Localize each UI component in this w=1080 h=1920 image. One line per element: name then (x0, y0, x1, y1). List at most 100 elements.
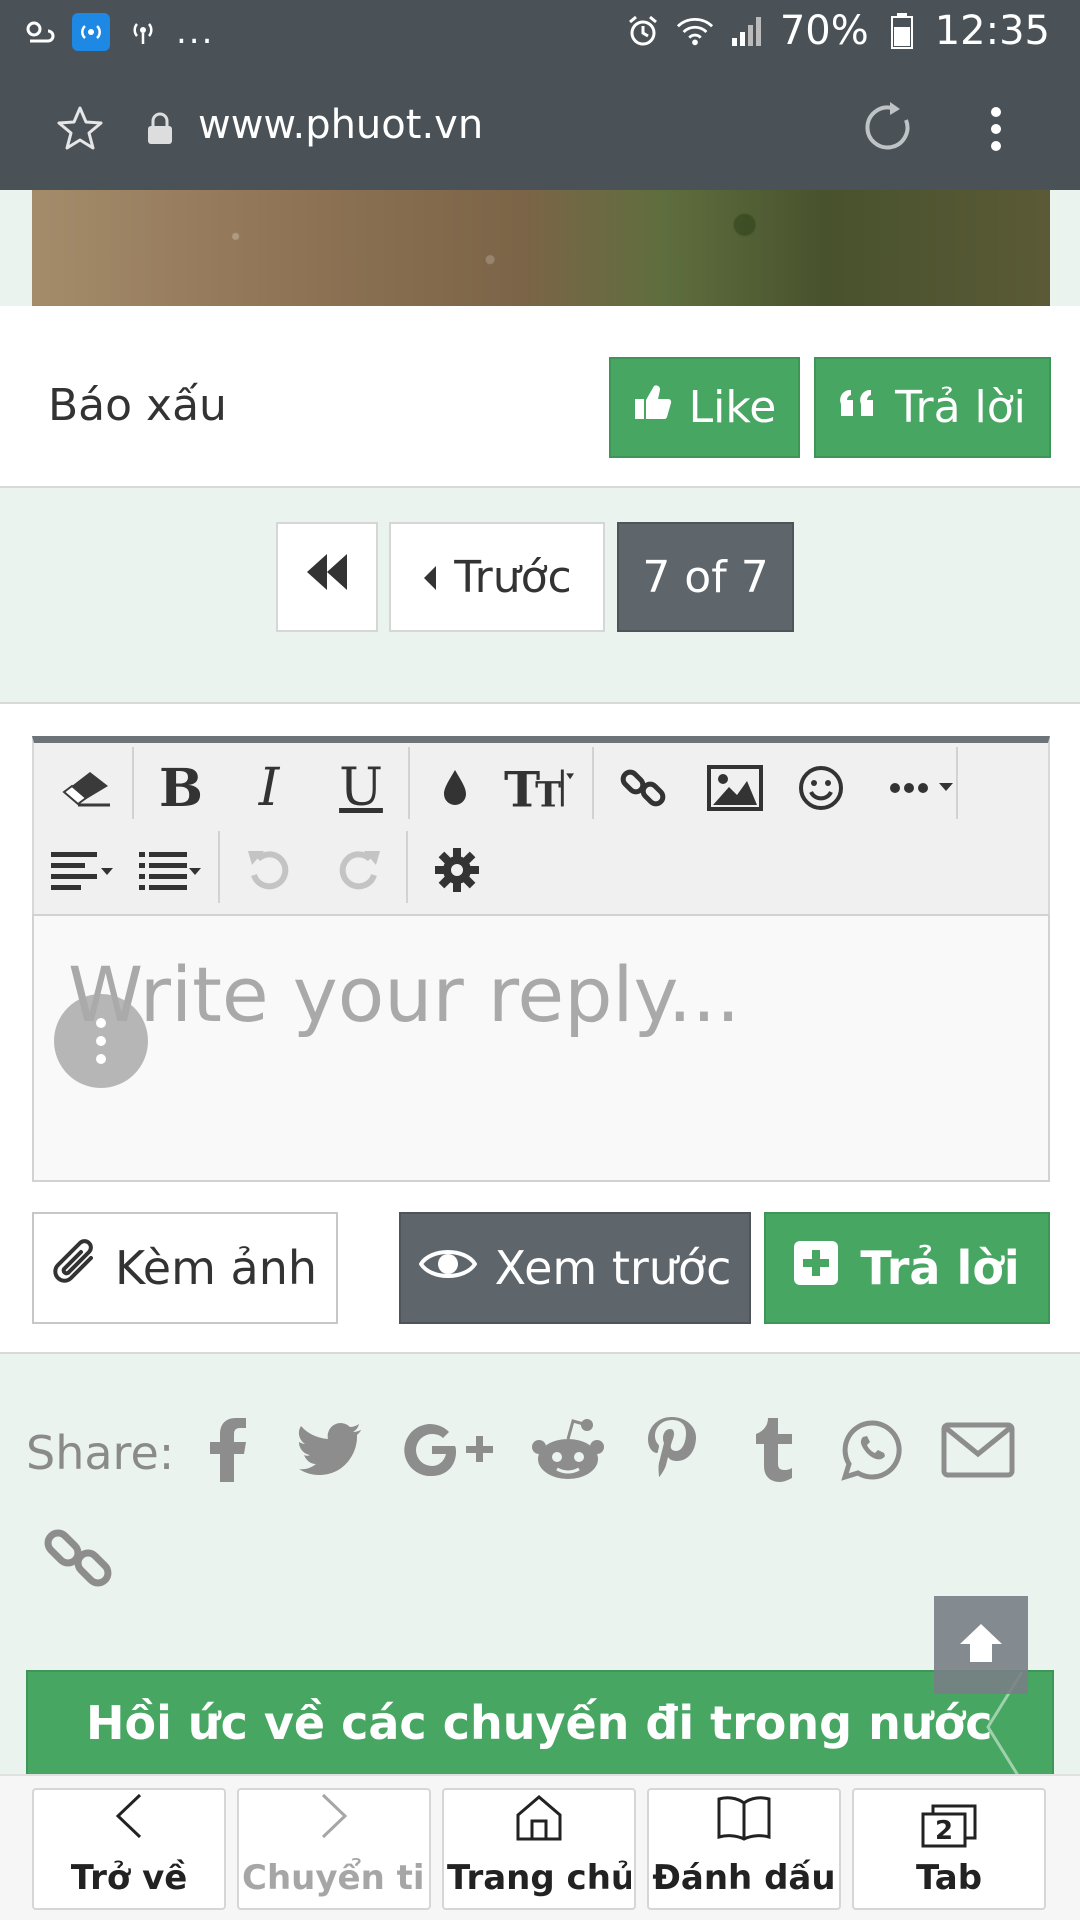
status-overflow: ... (176, 12, 215, 52)
italic-icon[interactable]: I (234, 753, 304, 823)
redo-icon[interactable] (324, 835, 394, 905)
nav-back-label: Trở về (70, 1858, 188, 1898)
like-label: Like (688, 382, 777, 433)
category-banner[interactable]: Hồi ức về các chuyến đi trong nước (26, 1670, 1054, 1782)
battery-percent: 70% (779, 8, 869, 54)
reply-quote-button[interactable]: Trả lời (814, 357, 1051, 458)
weather-icon (20, 13, 58, 51)
emoji-icon[interactable] (786, 753, 856, 823)
tumblr-icon[interactable] (734, 1410, 814, 1490)
back-to-top-button[interactable] (934, 1596, 1028, 1694)
toolbar-separator (132, 747, 134, 819)
wifi-icon (676, 12, 714, 50)
submit-label: Trả lời (860, 1241, 1020, 1295)
reply-editor-card: B I U TT Write your reply... Kèm ảnh Xem… (0, 702, 1080, 1354)
signal-broadcast-icon (124, 13, 162, 51)
current-page-indicator[interactable]: 7 of 7 (617, 522, 794, 632)
underline-icon[interactable]: U (326, 753, 396, 823)
whatsapp-icon[interactable] (832, 1410, 912, 1490)
svg-text:T: T (535, 774, 561, 813)
nav-bookmarks-button[interactable]: Đánh dấu (647, 1788, 841, 1910)
arrow-up-icon (958, 1620, 1004, 1670)
nav-home-label: Trang chủ (447, 1858, 631, 1898)
attach-label: Kèm ảnh (114, 1241, 318, 1295)
twitter-icon[interactable] (290, 1410, 370, 1490)
prev-page-button[interactable]: Trước (389, 522, 605, 632)
reply-label: Trả lời (895, 382, 1026, 433)
pagination: Trước 7 of 7 (0, 488, 1080, 702)
post-image[interactable] (32, 190, 1050, 306)
undo-icon[interactable] (234, 835, 304, 905)
url-text[interactable]: www.phuot.vn (198, 102, 483, 148)
bold-icon[interactable]: B (146, 753, 216, 823)
browser-menu-icon[interactable] (984, 102, 1008, 160)
share-label: Share: (26, 1426, 175, 1480)
facebook-icon[interactable] (188, 1410, 268, 1490)
submit-reply-button[interactable]: Trả lời (764, 1212, 1050, 1324)
reload-icon[interactable] (862, 100, 918, 160)
prev-label: Trước (454, 551, 572, 603)
align-left-icon[interactable] (48, 835, 118, 905)
tabs-icon: 2 (919, 1804, 979, 1850)
post-actions: Báo xấu Like Trả lời (0, 306, 1080, 488)
toolbar-separator (218, 831, 220, 903)
share-section: Share: (0, 1354, 1080, 1674)
toolbar-separator (406, 831, 408, 903)
link-icon[interactable] (608, 753, 678, 823)
reply-placeholder: Write your reply... (68, 950, 741, 1039)
chevron-right-icon (317, 1791, 351, 1850)
reddit-icon[interactable] (528, 1410, 608, 1490)
settings-gear-icon[interactable] (422, 835, 492, 905)
bookmark-star-icon[interactable] (56, 104, 104, 156)
double-chevron-left-icon (305, 552, 349, 603)
reply-text-area[interactable]: Write your reply... (32, 914, 1050, 1182)
lock-icon (145, 112, 175, 150)
text-color-icon[interactable] (420, 753, 490, 823)
image-icon[interactable] (700, 753, 770, 823)
editor-toolbar: B I U TT (32, 736, 1050, 916)
tab-count: 2 (934, 1816, 954, 1846)
nav-bookmarks-label: Đánh dấu (652, 1858, 836, 1898)
pinterest-icon[interactable] (632, 1408, 712, 1488)
status-bar: ... 70% 12:35 (0, 0, 1080, 68)
caret-left-icon (422, 552, 438, 603)
nav-home-button[interactable]: Trang chủ (442, 1788, 636, 1910)
nav-tabs-label: Tab (915, 1858, 983, 1898)
list-icon[interactable] (136, 835, 206, 905)
cell-signal-icon (728, 12, 766, 50)
battery-icon (883, 12, 921, 50)
eye-icon (418, 1241, 478, 1295)
report-link[interactable]: Báo xấu (48, 380, 227, 431)
first-page-button[interactable] (276, 522, 378, 632)
alarm-icon (624, 12, 662, 50)
paperclip-icon (53, 1238, 99, 1299)
plus-square-icon (794, 1240, 839, 1296)
nav-forward-button[interactable]: Chuyển ti... (237, 1788, 431, 1910)
clock: 12:35 (934, 8, 1050, 54)
chevron-left-icon (112, 1791, 146, 1850)
nav-back-button[interactable]: Trở về (32, 1788, 226, 1910)
toolbar-separator (592, 747, 594, 819)
google-plus-icon[interactable] (402, 1410, 498, 1490)
home-icon (514, 1793, 564, 1850)
nav-forward-label: Chuyển ti... (242, 1858, 426, 1898)
preview-button[interactable]: Xem trước (399, 1212, 751, 1324)
email-icon[interactable] (938, 1410, 1018, 1490)
book-icon (716, 1795, 772, 1850)
hotspot-icon (72, 13, 110, 51)
toolbar-separator (408, 747, 410, 819)
quote-icon (839, 382, 879, 433)
link-icon[interactable] (38, 1518, 118, 1598)
toolbar-separator (956, 747, 958, 819)
attach-image-button[interactable]: Kèm ảnh (32, 1212, 338, 1324)
eraser-icon[interactable] (52, 753, 122, 823)
floating-more-handle[interactable] (54, 994, 148, 1088)
like-button[interactable]: Like (609, 357, 800, 458)
browser-url-bar: www.phuot.vn (0, 68, 1080, 190)
font-size-icon[interactable]: TT (504, 753, 574, 823)
browser-bottom-nav: Trở về Chuyển ti... Trang chủ Đánh dấu 2… (0, 1774, 1080, 1920)
thumbs-up-icon (633, 382, 673, 433)
nav-tabs-button[interactable]: 2 Tab (852, 1788, 1046, 1910)
preview-label: Xem trước (494, 1241, 732, 1295)
category-title: Hồi ức về các chuyến đi trong nước (86, 1696, 993, 1750)
